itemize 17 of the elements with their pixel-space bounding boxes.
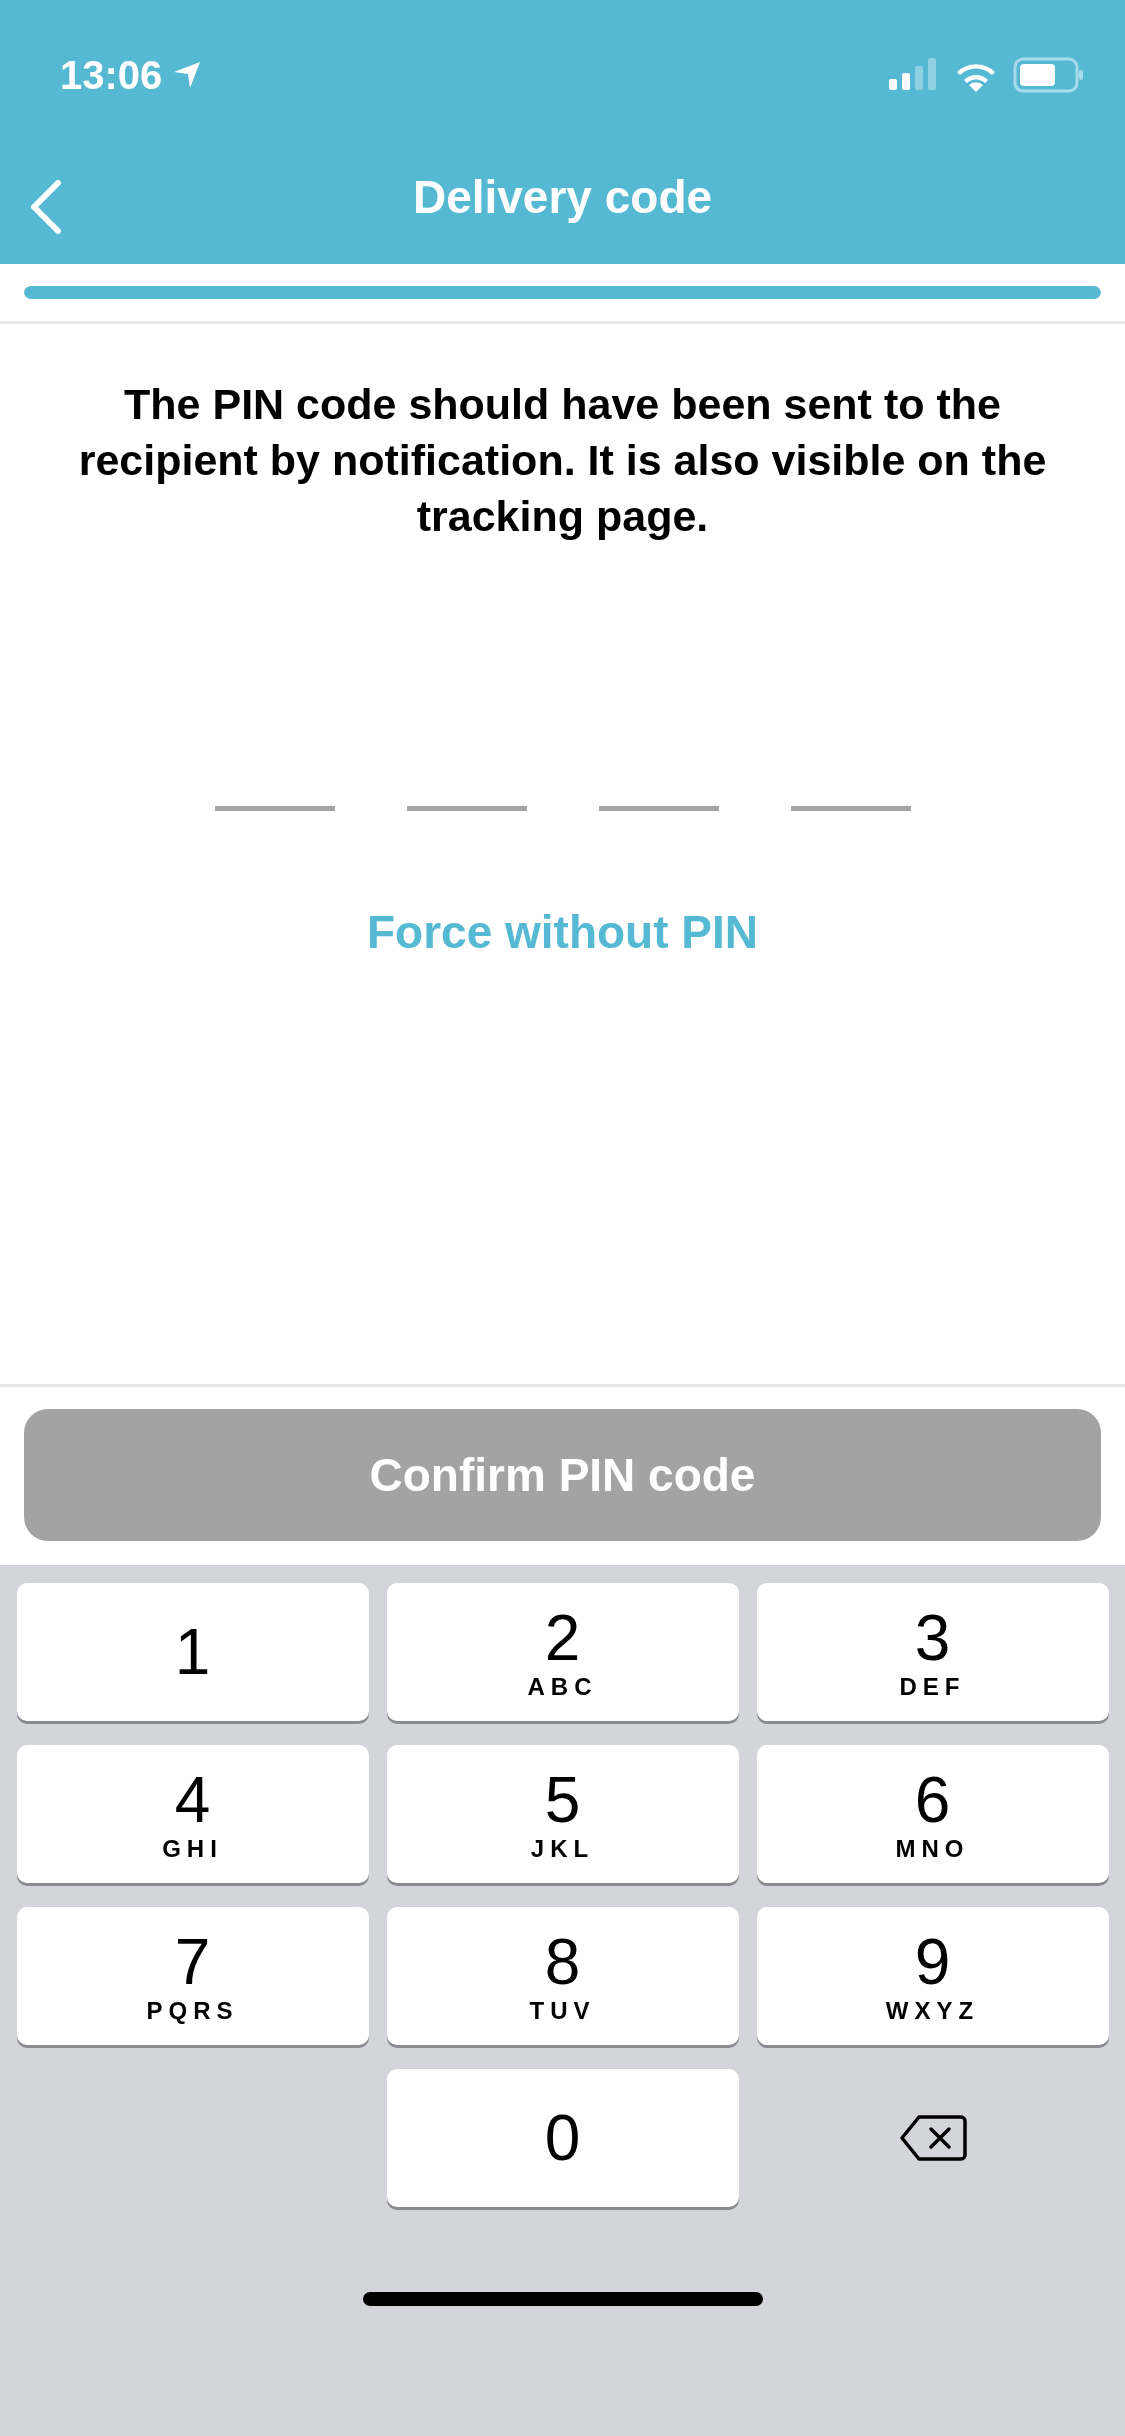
instructions-text: The PIN code should have been sent to the recipient by notification. It is also visible on the tracking page. xyxy=(77,379,1048,542)
keypad-key[interactable]: 3 DEF xyxy=(756,1583,1109,1721)
keypad-key[interactable]: 7 PQRS xyxy=(16,1907,369,2045)
location-arrow-icon xyxy=(172,60,203,90)
keypad-key[interactable]: 5 JKL xyxy=(386,1745,739,1883)
backspace-icon xyxy=(898,2114,967,2162)
keypad-key[interactable]: 2 ABC xyxy=(386,1583,739,1721)
keypad-key[interactable]: 4 GHI xyxy=(16,1745,369,1883)
keypad-key[interactable]: 0 xyxy=(386,2069,739,2207)
status-time: 13:06 xyxy=(60,52,163,98)
keypad-key[interactable]: 8 TUV xyxy=(386,1907,739,2045)
battery-icon xyxy=(1013,57,1085,93)
screen-title: Delivery code xyxy=(412,170,713,224)
keypad-key[interactable]: 1 xyxy=(16,1583,369,1721)
keypad-key[interactable]: 9 WXYZ xyxy=(756,1907,1109,2045)
keypad-key[interactable]: 6 MNO xyxy=(756,1745,1109,1883)
signal-icon xyxy=(889,58,939,92)
